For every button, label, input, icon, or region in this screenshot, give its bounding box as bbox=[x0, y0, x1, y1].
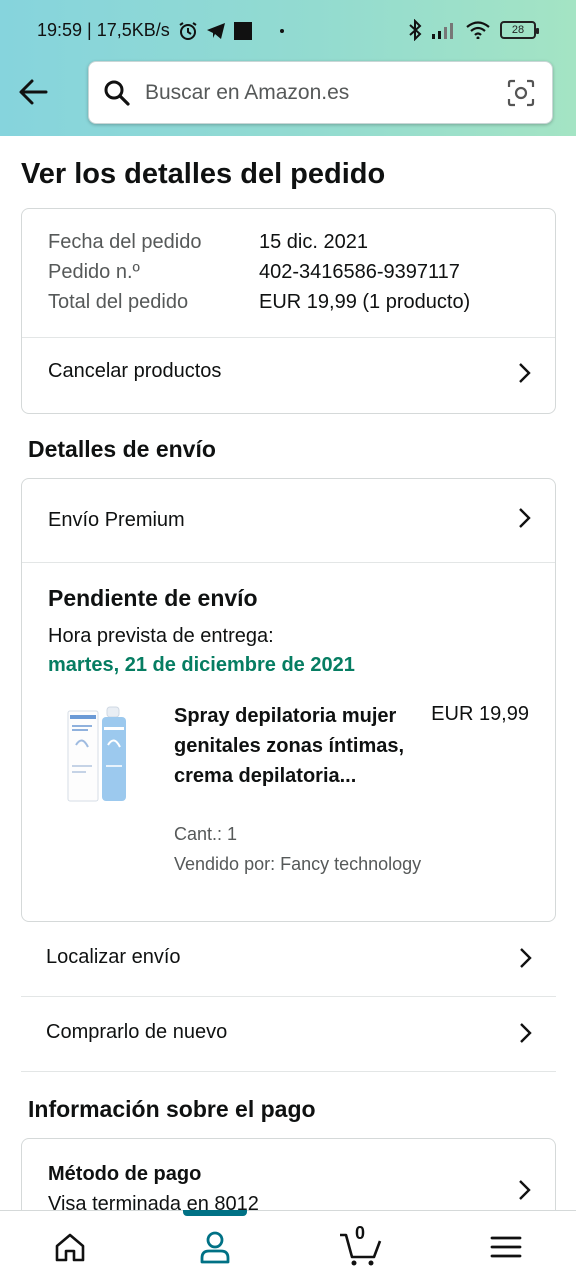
signal-icon bbox=[432, 23, 453, 39]
bluetooth-icon bbox=[409, 19, 422, 41]
payment-section-title: Información sobre el pago bbox=[28, 1096, 316, 1122]
account-icon[interactable] bbox=[195, 1227, 235, 1267]
cart-button[interactable]: 0 bbox=[338, 1223, 384, 1267]
search-icon bbox=[104, 80, 130, 106]
product-image[interactable] bbox=[66, 705, 136, 803]
payment-method-title: Método de pago bbox=[48, 1163, 202, 1185]
track-shipment-label: Localizar envío bbox=[46, 946, 181, 968]
order-total-label: Total del pedido bbox=[48, 291, 189, 313]
alarm-icon bbox=[179, 21, 197, 40]
status-right: 28 bbox=[408, 19, 539, 41]
status-time: 19:59 | 17,5KB/s bbox=[37, 20, 170, 40]
shipping-section-title: Detalles de envío bbox=[28, 436, 216, 462]
eta-date: martes, 21 de diciembre de 2021 bbox=[48, 654, 355, 676]
product-price: EUR 19,99 bbox=[431, 703, 529, 725]
camera-scan-icon[interactable] bbox=[506, 78, 536, 108]
battery-level: 28 bbox=[511, 24, 525, 36]
wifi-icon bbox=[466, 21, 490, 39]
cancel-items-label: Cancelar productos bbox=[48, 360, 222, 382]
search-input[interactable]: Buscar en Amazon.es bbox=[88, 61, 553, 124]
chevron-right-icon bbox=[519, 508, 531, 528]
order-number-label: Pedido n.º bbox=[48, 261, 140, 283]
telegram-icon bbox=[206, 22, 225, 39]
menu-icon[interactable] bbox=[486, 1227, 526, 1267]
order-date-value: 15 dic. 2021 bbox=[259, 231, 368, 253]
shipping-card: Envío Premium Pendiente de envío Hora pr… bbox=[21, 478, 556, 922]
order-date-label: Fecha del pedido bbox=[48, 231, 202, 253]
battery-icon: 28 bbox=[500, 21, 539, 39]
shipment-status: Pendiente de envío bbox=[48, 585, 258, 611]
buy-again-label: Comprarlo de nuevo bbox=[46, 1021, 228, 1043]
app-header: 19:59 | 17,5KB/s 28 Buscar en Amazon.es bbox=[0, 0, 576, 136]
cancel-items-row[interactable]: Cancelar productos bbox=[22, 338, 555, 414]
bottom-nav: 0 bbox=[0, 1210, 576, 1280]
status-left: 19:59 | 17,5KB/s bbox=[37, 20, 284, 41]
premium-shipping-row[interactable]: Envío Premium bbox=[22, 479, 555, 562]
eta-label: Hora prevista de entrega: bbox=[48, 625, 274, 647]
order-number-value: 402-3416586-9397117 bbox=[259, 261, 460, 283]
order-total-value: EUR 19,99 (1 producto) bbox=[259, 291, 471, 313]
product-title[interactable]: Spray depilatoria mujer genitales zonas … bbox=[174, 701, 414, 791]
dot-icon bbox=[279, 28, 284, 33]
product-seller: Vendido por: Fancy technology bbox=[174, 854, 422, 874]
chevron-right-icon bbox=[520, 1023, 532, 1043]
active-tab-indicator bbox=[183, 1210, 247, 1216]
page-title: Ver los detalles del pedido bbox=[21, 158, 386, 190]
status-bar: 19:59 | 17,5KB/s 28 bbox=[0, 0, 576, 62]
back-arrow-icon[interactable] bbox=[14, 72, 54, 112]
search-placeholder: Buscar en Amazon.es bbox=[145, 81, 350, 104]
home-icon[interactable] bbox=[50, 1227, 90, 1267]
buy-again-row[interactable]: Comprarlo de nuevo bbox=[21, 997, 556, 1072]
cart-count: 0 bbox=[355, 1223, 366, 1243]
divider bbox=[22, 562, 555, 563]
chevron-right-icon bbox=[519, 1180, 531, 1200]
track-shipment-row[interactable]: Localizar envío bbox=[21, 922, 556, 997]
order-summary-card: Fecha del pedido 15 dic. 2021 Pedido n.º… bbox=[21, 208, 556, 414]
premium-shipping-label: Envío Premium bbox=[48, 509, 185, 531]
notification-square-icon bbox=[233, 21, 252, 40]
chevron-right-icon bbox=[519, 363, 531, 383]
product-quantity: Cant.: 1 bbox=[174, 824, 238, 844]
chevron-right-icon bbox=[520, 948, 532, 968]
